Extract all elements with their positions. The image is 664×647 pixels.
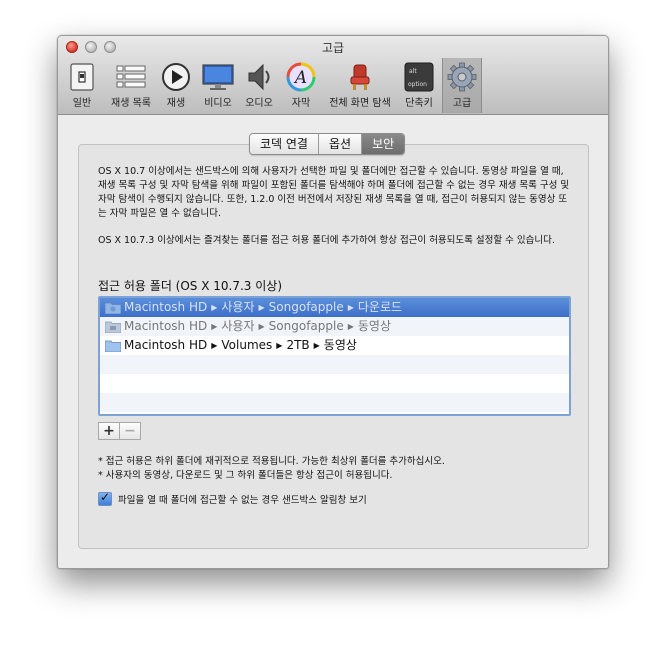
path-separator-icon: ▶ xyxy=(211,303,218,312)
toolbar-label: 재생 xyxy=(166,98,186,109)
path-segment: Songofapple xyxy=(268,319,344,333)
path-segment: Macintosh HD xyxy=(124,319,208,333)
path-segment: 사용자 xyxy=(221,300,255,314)
allowed-folders-title: 접근 허용 폴더 (OS X 10.7.3 이상) xyxy=(98,279,283,293)
subtitle-icon: A xyxy=(286,62,316,92)
toolbar-general[interactable]: 일반 xyxy=(64,60,100,110)
playlist-icon xyxy=(116,65,146,88)
path-segment: Macintosh HD xyxy=(124,338,208,352)
title-bar: 고급 일반 재생 목록 재생 비디오 오디오 A 자막 전체 화면 탐색 alt… xyxy=(58,36,608,115)
toolbar-subtitles[interactable]: A 자막 xyxy=(284,60,318,110)
toolbar-label: 일반 xyxy=(72,98,92,109)
path-separator-icon: ▶ xyxy=(313,341,320,350)
path-segment: Volumes xyxy=(221,338,273,352)
path-segment: Songofapple xyxy=(268,300,344,314)
allowed-folders-list[interactable]: Macintosh HD ▶ 사용자 ▶ Songofapple ▶ 다운로드 Macint… xyxy=(98,296,571,416)
path-separator-icon: ▶ xyxy=(211,322,218,331)
path-separator-icon: ▶ xyxy=(347,322,354,331)
recursive-note: * 접근 허용은 하위 폴더에 재귀적으로 적용됩니다. 가능한 최상위 폴더를… xyxy=(98,456,445,467)
path-separator-icon: ▶ xyxy=(211,341,218,350)
path-segment: 사용자 xyxy=(221,319,255,333)
add-remove-control: + − xyxy=(98,422,141,440)
folder-row[interactable]: Macintosh HD ▶ 사용자 ▶ Songofapple ▶ 다운로드 xyxy=(100,298,569,317)
gear-icon xyxy=(447,62,477,92)
security-panel: OS X 10.7 이상에서는 샌드박스에 의해 사용자가 선택한 파일 및 폴… xyxy=(78,144,589,549)
monitor-icon xyxy=(202,64,234,90)
add-folder-button[interactable]: + xyxy=(99,423,120,439)
general-switch-icon xyxy=(70,63,94,91)
toolbar-playback[interactable]: 재생 xyxy=(159,60,193,110)
key-top-label: alt xyxy=(409,68,417,75)
favorite-folders-description: OS X 10.7.3 이상에서는 즐겨찾는 폴더를 접근 허용 폴더에 추가하… xyxy=(98,235,555,246)
toolbar-audio[interactable]: 오디오 xyxy=(241,60,277,110)
tab-codec-association[interactable]: 코덱 연결 xyxy=(250,134,319,154)
sandbox-alert-checkbox[interactable] xyxy=(98,490,112,506)
sandbox-description: OS X 10.7 이상에서는 샌드박스에 의해 사용자가 선택한 파일 및 폴… xyxy=(98,166,570,219)
key-bottom-label: option xyxy=(408,81,427,88)
toolbar-advanced[interactable]: 고급 xyxy=(442,58,482,113)
toolbar-shortcuts[interactable]: alt option 단축키 xyxy=(400,60,438,110)
toolbar-label: 재생 목록 xyxy=(111,98,151,109)
download-folder-icon xyxy=(105,302,121,314)
toolbar-label: 오디오 xyxy=(245,98,273,109)
folder-row[interactable]: Macintosh HD ▶ 사용자 ▶ Songofapple ▶ 동영상 xyxy=(100,317,569,336)
tab-security[interactable]: 보안 xyxy=(362,134,405,154)
default-access-note: * 사용자의 동영상, 다운로드 및 그 하위 폴더들은 항상 접근이 허용됩니… xyxy=(98,470,393,481)
empty-row xyxy=(100,393,569,412)
path-separator-icon: ▶ xyxy=(258,322,265,331)
path-separator-icon: ▶ xyxy=(276,341,283,350)
svg-text:A: A xyxy=(293,68,307,88)
path-segment: 동영상 xyxy=(323,338,357,352)
remove-folder-button[interactable]: − xyxy=(120,423,140,439)
path-segment: Macintosh HD xyxy=(124,300,208,314)
path-separator-icon: ▶ xyxy=(258,303,265,312)
tab-bar: 코덱 연결 옵션 보안 xyxy=(249,133,406,155)
path-segment: 다운로드 xyxy=(357,300,403,314)
toolbar-label: 전체 화면 탐색 xyxy=(329,98,391,109)
tab-options[interactable]: 옵션 xyxy=(318,134,363,154)
theater-seat-icon xyxy=(350,64,370,90)
play-icon xyxy=(162,63,190,91)
path-segment: 2TB xyxy=(286,338,310,352)
sandbox-alert-label[interactable]: 파일을 열 때 폴더에 접근할 수 없는 경우 샌드박스 알림창 보기 xyxy=(118,492,367,506)
empty-row xyxy=(100,374,569,393)
folder-icon xyxy=(105,340,121,352)
toolbar-label: 자막 xyxy=(291,98,311,109)
speaker-icon xyxy=(248,63,270,91)
toolbar-label: 비디오 xyxy=(204,98,232,109)
keyboard-key-icon: alt option xyxy=(404,62,434,92)
path-separator-icon: ▶ xyxy=(347,303,354,312)
toolbar-fullscreen-nav[interactable]: 전체 화면 탐색 xyxy=(324,60,396,110)
toolbar-video[interactable]: 비디오 xyxy=(199,60,237,110)
path-segment: 동영상 xyxy=(357,319,392,333)
window-title: 고급 xyxy=(321,41,345,55)
preferences-window: 고급 일반 재생 목록 재생 비디오 오디오 A 자막 전체 화면 탐색 alt… xyxy=(57,35,609,569)
toolbar-label: 고급 xyxy=(452,98,472,109)
movies-folder-icon xyxy=(105,321,121,333)
folder-row[interactable]: Macintosh HD ▶ Volumes ▶ 2TB ▶ 동영상 xyxy=(100,336,569,355)
toolbar-playlist[interactable]: 재생 목록 xyxy=(105,60,157,110)
sandbox-alert-option[interactable]: 파일을 열 때 폴더에 접근할 수 없는 경우 샌드박스 알림창 보기 xyxy=(98,490,367,506)
empty-row xyxy=(100,355,569,374)
toolbar-label: 단축키 xyxy=(405,98,433,109)
